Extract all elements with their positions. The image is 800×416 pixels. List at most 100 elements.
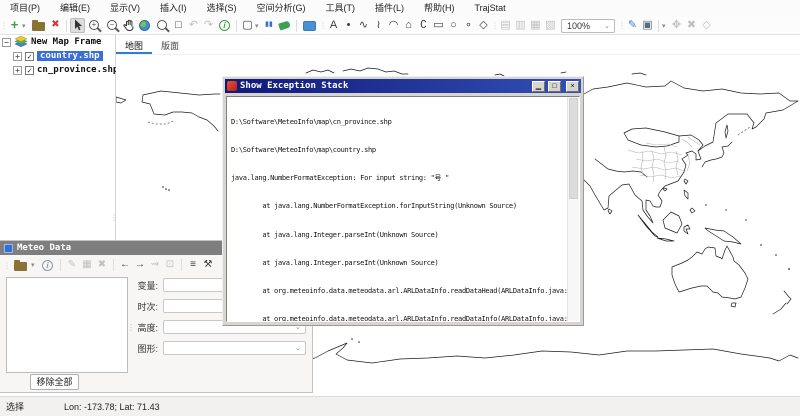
- layer-label-country[interactable]: country.shp: [37, 51, 103, 61]
- menu-selection[interactable]: 选择(S): [197, 0, 247, 17]
- status-bar: 选择 Lon: -173.78; Lat: 71.43: [0, 396, 800, 416]
- maximize-button[interactable]: □: [548, 81, 561, 92]
- freehand-polygon-tool-button[interactable]: ∁: [416, 18, 431, 33]
- open-data-folder-icon[interactable]: [14, 262, 27, 271]
- tab-layout[interactable]: 版面: [152, 35, 188, 54]
- select-by-rectangle-button[interactable]: ▢: [240, 18, 255, 33]
- open-data-caret-icon[interactable]: ▾: [31, 261, 38, 269]
- edit-pencil-button[interactable]: ✎: [625, 18, 640, 33]
- menu-project[interactable]: 项目(P): [0, 0, 50, 17]
- dialog-titlebar[interactable]: Show Exception Stack ▁ □ ×: [225, 79, 581, 93]
- save-project-button[interactable]: ▣: [640, 18, 655, 33]
- collapse-icon[interactable]: −: [2, 38, 11, 47]
- remove-data-button[interactable]: ✖: [95, 258, 109, 273]
- toolbar-separator: [658, 20, 659, 32]
- zoom-out-tool-button[interactable]: −: [107, 20, 117, 30]
- layer-node-cn-province[interactable]: + ✓ cn_province.shp: [0, 63, 115, 77]
- layer-checkbox[interactable]: ✓: [25, 66, 34, 75]
- curve-tool-button[interactable]: ◠: [386, 18, 401, 33]
- zoom-to-layer-button[interactable]: [157, 20, 167, 30]
- external-view-button[interactable]: ▧: [543, 18, 558, 33]
- tools-button[interactable]: ⚒: [201, 258, 215, 273]
- pan-tool-button[interactable]: [121, 18, 136, 33]
- copy-graphic-button[interactable]: ▥: [513, 18, 528, 33]
- zoom-level-combo[interactable]: 100%⌄: [561, 19, 615, 33]
- add-layer-button[interactable]: +: [7, 18, 22, 33]
- polyline-tool-button[interactable]: ∿: [356, 18, 371, 33]
- animate-button[interactable]: ⇝: [148, 258, 162, 273]
- menu-trajstat[interactable]: TrajStat: [465, 0, 516, 17]
- delete-graphics-button[interactable]: ✖: [684, 18, 699, 33]
- open-project-folder-icon[interactable]: [32, 22, 45, 31]
- minimize-button[interactable]: ▁: [532, 81, 545, 92]
- remove-all-button[interactable]: 移除全部: [30, 374, 79, 390]
- polygon-tool-button[interactable]: ⌂: [401, 18, 416, 33]
- table-view-button[interactable]: ▦: [80, 258, 94, 273]
- tab-map[interactable]: 地图: [116, 35, 152, 54]
- toolbar-separator: [113, 259, 114, 271]
- label-tag-icon[interactable]: [278, 20, 291, 30]
- measurement-button[interactable]: ▮▮: [262, 18, 276, 33]
- export-image-button[interactable]: ▤: [498, 18, 513, 33]
- toolbar-separator: [181, 259, 182, 271]
- remove-layer-button[interactable]: ✖: [48, 18, 63, 33]
- expand-icon[interactable]: +: [13, 52, 22, 61]
- circle-tool-button[interactable]: ○: [446, 18, 461, 33]
- zoom-combo-chevron-icon[interactable]: ⌄: [604, 22, 611, 30]
- prev-time-button[interactable]: ←: [118, 258, 132, 273]
- time-label: 时次:: [132, 300, 158, 313]
- graphics-dropdown-button[interactable]: ▾: [662, 22, 669, 30]
- status-coordinates: Lon: -173.78; Lat: 71.43: [60, 402, 160, 412]
- menu-geoprocessing[interactable]: 空间分析(G): [247, 0, 316, 17]
- graphic-combo[interactable]: ⌄: [163, 341, 306, 355]
- variable-label: 变量:: [132, 279, 158, 292]
- select-tool-button[interactable]: [70, 18, 85, 33]
- next-time-button[interactable]: →: [133, 258, 147, 273]
- toolbar-grip: ⋮: [491, 21, 498, 30]
- toolbar-grip: ⋮: [618, 21, 625, 30]
- toolbar-separator: [296, 20, 297, 32]
- menu-edit[interactable]: 编辑(E): [50, 0, 100, 17]
- layer-node-country[interactable]: + ✓ country.shp: [0, 49, 115, 63]
- expand-icon[interactable]: +: [13, 66, 22, 75]
- map-frame-node[interactable]: − New Map Frame: [0, 35, 115, 49]
- data-list-button[interactable]: ≡: [186, 258, 200, 273]
- insert-image-icon[interactable]: [303, 21, 316, 31]
- dialog-scrollbar[interactable]: [567, 97, 579, 321]
- redo-button[interactable]: ↷: [201, 18, 216, 33]
- meteo-panel-icon: [4, 244, 13, 253]
- text-tool-button[interactable]: A: [326, 18, 341, 33]
- data-file-listbox[interactable]: [6, 277, 128, 373]
- point-tool-button[interactable]: •: [341, 18, 356, 33]
- identify-button[interactable]: i: [219, 20, 230, 31]
- menu-plugin[interactable]: 插件(L): [365, 0, 414, 17]
- layer-checkbox[interactable]: ✓: [25, 52, 34, 61]
- layer-label-cn-province[interactable]: cn_province.shp: [37, 65, 118, 75]
- exception-dialog[interactable]: Show Exception Stack ▁ □ × D:\Software\M…: [222, 76, 584, 326]
- stack-line: at java.lang.Integer.parseInt(Unknown So…: [231, 259, 579, 268]
- menu-help[interactable]: 帮助(H): [414, 0, 465, 17]
- zoom-rectangle-button[interactable]: □: [171, 18, 186, 33]
- menu-view[interactable]: 显示(V): [100, 0, 150, 17]
- menu-insert[interactable]: 插入(I): [150, 0, 197, 17]
- select-graphics-button[interactable]: ◇: [699, 18, 714, 33]
- lasso-tool-button[interactable]: ◇: [476, 18, 491, 33]
- rectangle-tool-button[interactable]: ▭: [431, 18, 446, 33]
- freehand-polyline-tool-button[interactable]: ≀: [371, 18, 386, 33]
- menu-tools[interactable]: 工具(T): [316, 0, 366, 17]
- add-layer-caret-icon[interactable]: ▾: [22, 22, 29, 30]
- undo-button[interactable]: ↶: [186, 18, 201, 33]
- full-extent-globe-icon[interactable]: [139, 20, 150, 31]
- map-tab-strip: 地图 版面: [116, 35, 800, 55]
- ellipse-tool-button[interactable]: ∘: [461, 18, 476, 33]
- move-graphics-button[interactable]: ✥: [669, 18, 684, 33]
- run-button[interactable]: ⊡: [163, 258, 177, 273]
- paste-graphic-button[interactable]: ▦: [528, 18, 543, 33]
- meteoinfo-window: 项目(P) 编辑(E) 显示(V) 插入(I) 选择(S) 空间分析(G) 工具…: [0, 0, 800, 416]
- select-caret-icon[interactable]: ▾: [255, 22, 262, 30]
- data-info-button[interactable]: i: [42, 260, 53, 271]
- scrollbar-thumb[interactable]: [569, 98, 578, 199]
- close-button[interactable]: ×: [566, 81, 579, 92]
- zoom-in-tool-button[interactable]: +: [89, 20, 99, 30]
- draw-setting-button[interactable]: ✎: [65, 258, 79, 273]
